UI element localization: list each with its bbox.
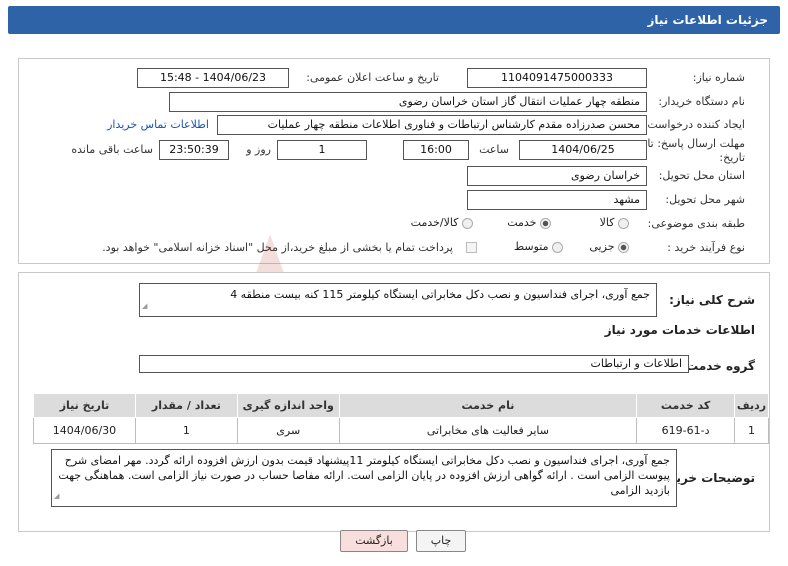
category-option-goods[interactable]: کالا xyxy=(600,216,629,229)
summary-label: شرح کلی نیاز: xyxy=(669,293,755,307)
checkbox-icon xyxy=(466,241,477,253)
days-label: روز و xyxy=(246,143,271,156)
need-number-field: 1104091475000333 xyxy=(467,68,647,88)
col-code: کد خدمت xyxy=(636,393,736,418)
col-qty: تعداد / مقدار xyxy=(134,393,238,418)
announce-date-field: 1404/06/23 - 15:48 xyxy=(137,68,289,88)
radio-selected-icon xyxy=(618,241,629,253)
need-info-panel: شماره نیاز: 1104091475000333 تاریخ و ساع… xyxy=(18,58,770,264)
row-code: د-61-619 xyxy=(636,417,736,444)
page-header: جزئیات اطلاعات نیاز xyxy=(8,6,780,34)
category-option-service[interactable]: خدمت xyxy=(507,216,551,229)
summary-textarea[interactable]: جمع آوری، اجرای فنداسیون و نصب دکل مخابر… xyxy=(139,283,657,317)
row-date: 1404/06/30 xyxy=(33,417,136,444)
buyer-notes-textarea[interactable]: جمع آوری، اجرای فنداسیون و نصب دکل مخابر… xyxy=(51,449,677,507)
back-button[interactable]: بازگشت xyxy=(340,530,408,552)
announce-date-label: تاریخ و ساعت اعلان عمومی: xyxy=(306,71,439,84)
row-unit: سری xyxy=(236,417,340,444)
deadline-date-field: 1404/06/25 xyxy=(519,140,647,160)
service-group-label: گروه خدمت: xyxy=(681,359,755,373)
deadline-label: مهلت ارسال پاسخ: تا xyxy=(647,137,745,150)
remaining-days-field: 1 xyxy=(277,140,367,160)
radio-selected-icon xyxy=(540,217,551,229)
radio-icon xyxy=(552,241,563,253)
col-date: تاریخ نیاز xyxy=(33,393,136,418)
buyer-contact-link[interactable]: اطلاعات تماس خریدار xyxy=(107,118,209,131)
buyer-org-field: منطقه چهار عملیات انتقال گاز استان خراسا… xyxy=(169,92,647,112)
page-title: جزئیات اطلاعات نیاز xyxy=(647,13,768,27)
deadline-time-field: 16:00 xyxy=(403,140,469,160)
process-option-minor[interactable]: جزیی xyxy=(589,240,629,253)
services-table: ردیف کد خدمت نام خدمت واحد اندازه گیری ت… xyxy=(33,393,769,444)
print-button[interactable]: چاپ xyxy=(416,530,466,552)
remaining-time-field: 23:50:39 xyxy=(159,140,229,160)
buyer-org-label: نام دستگاه خریدار: xyxy=(658,95,745,108)
radio-icon xyxy=(618,217,629,229)
radio-icon xyxy=(462,217,473,229)
deadline-date-label: تاریخ: xyxy=(719,151,745,164)
row-name: سایر فعالیت های مخابراتی xyxy=(338,417,638,444)
resize-grip-icon[interactable]: ◢ xyxy=(54,489,59,504)
service-group-field: اطلاعات و ارتباطات xyxy=(139,355,689,373)
category-label: طبقه بندی موضوعی: xyxy=(647,217,745,230)
summary-text: جمع آوری، اجرای فنداسیون و نصب دکل مخابر… xyxy=(230,288,650,301)
requester-label: ایجاد کننده درخواست: xyxy=(643,118,745,131)
buyer-notes-text: جمع آوری، اجرای فنداسیون و نصب دکل مخابر… xyxy=(58,454,670,497)
payment-note: پرداخت تمام یا بخشی از مبلغ خرید،از محل … xyxy=(102,241,453,254)
row-index: 1 xyxy=(734,417,769,444)
treasury-payment-checkbox[interactable] xyxy=(466,240,477,253)
deadline-time-label: ساعت xyxy=(479,143,509,156)
services-section-title: اطلاعات خدمات مورد نیاز xyxy=(604,323,755,337)
need-number-label: شماره نیاز: xyxy=(692,71,745,84)
row-qty: 1 xyxy=(134,417,238,444)
requester-field: محسن صدرزاده مقدم کارشناس ارتباطات و فنا… xyxy=(217,115,647,135)
city-field: مشهد xyxy=(467,190,647,210)
resize-grip-icon[interactable]: ◢ xyxy=(142,299,147,314)
province-field: خراسان رضوی xyxy=(467,166,647,186)
col-name: نام خدمت xyxy=(338,393,638,418)
remaining-label: ساعت باقی مانده xyxy=(71,143,153,156)
city-label: شهر محل تحویل: xyxy=(665,193,745,206)
col-index: ردیف xyxy=(734,393,769,418)
table-header-row: ردیف کد خدمت نام خدمت واحد اندازه گیری ت… xyxy=(33,393,769,418)
table-row: 1 د-61-619 سایر فعالیت های مخابراتی سری … xyxy=(33,417,769,444)
category-option-goods-service[interactable]: کالا/خدمت xyxy=(411,216,473,229)
col-unit: واحد اندازه گیری xyxy=(236,393,340,418)
process-type-label: نوع فرآیند خرید : xyxy=(667,241,745,254)
need-details-panel: شرح کلی نیاز: جمع آوری، اجرای فنداسیون و… xyxy=(18,272,770,532)
process-option-medium[interactable]: متوسط xyxy=(514,240,563,253)
province-label: استان محل تحویل: xyxy=(658,169,745,182)
